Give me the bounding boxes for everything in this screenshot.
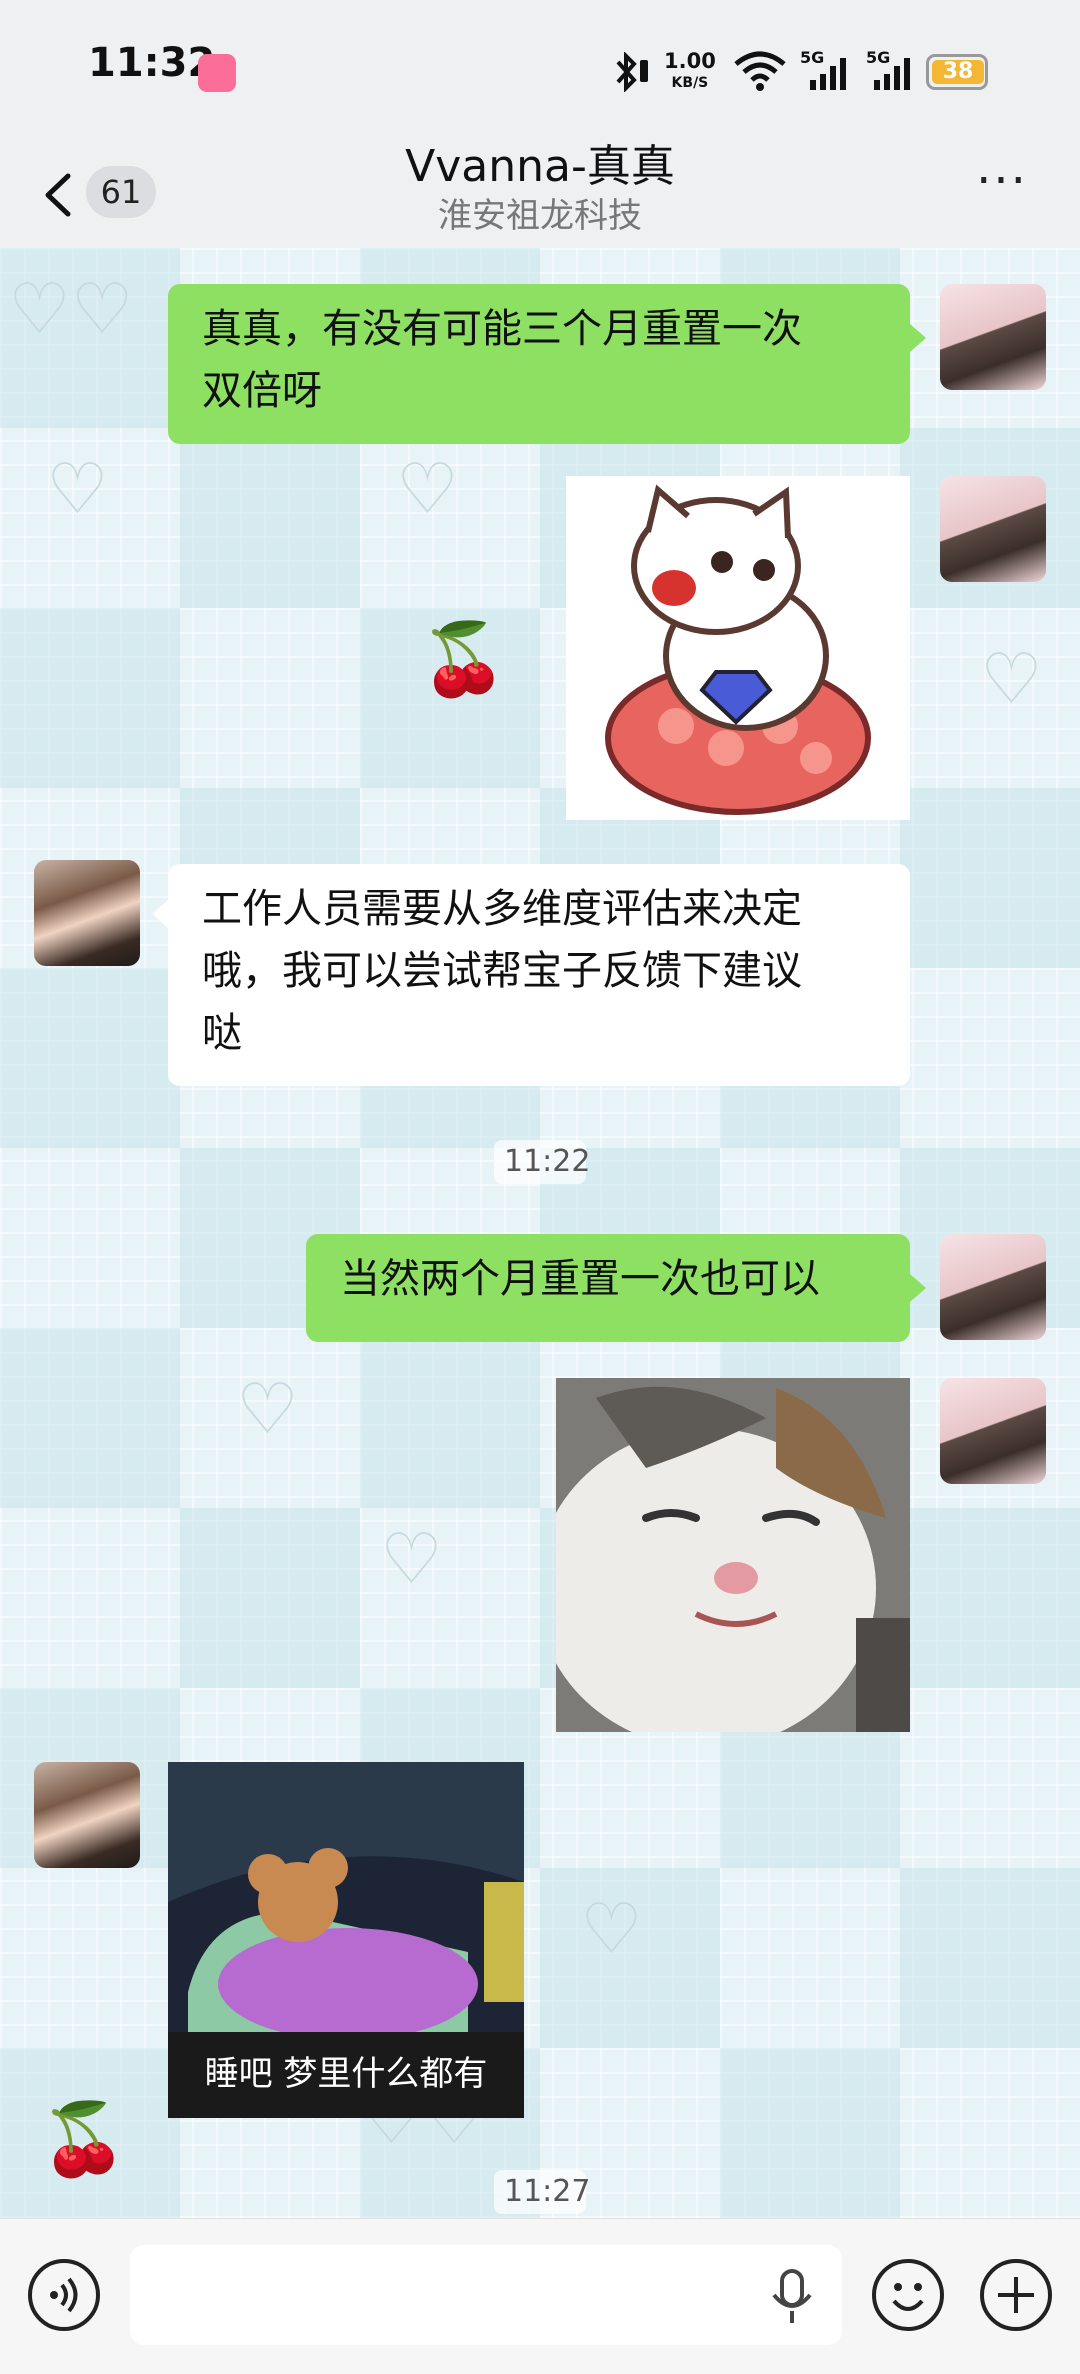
cherry-decoration-icon: 🍒	[40, 2098, 128, 2180]
sticker-dog-image[interactable]	[566, 476, 910, 820]
bluetooth-icon	[616, 52, 637, 92]
dog-sticker-graphic	[605, 484, 871, 815]
my-avatar[interactable]	[940, 1378, 1046, 1484]
status-bar: 11:32 1.00 KB/S 5G 5G 38	[0, 0, 1080, 140]
chat-subtitle: 淮安祖龙科技	[438, 196, 642, 236]
message-text-line: 哒	[202, 1010, 242, 1056]
network-speed: 1.00 KB/S	[664, 50, 716, 94]
vibrate-icon	[640, 60, 648, 82]
outgoing-message-bubble[interactable]: 当然两个月重置一次也可以	[306, 1234, 910, 1342]
heart-decoration-icon: ♡	[396, 448, 459, 530]
heart-decoration-icon: ♡	[980, 638, 1043, 720]
sticker-mouse-image[interactable]: 睡吧 梦里什么都有	[168, 1762, 524, 2118]
bubble-tail	[910, 324, 926, 352]
message-timestamp: 11:27	[494, 2170, 590, 2214]
battery-icon: 38	[926, 54, 988, 90]
bubble-tail	[910, 1274, 926, 1302]
message-text-line: 工作人员需要从多维度评估来决定	[202, 886, 802, 932]
signal-icon-2	[874, 58, 910, 90]
chat-header: Vvanna-真真 淮安祖龙科技 61 ···	[0, 140, 1080, 248]
signal-icon	[810, 58, 846, 90]
plus-icon	[998, 2277, 1034, 2313]
emoji-button[interactable]	[872, 2259, 944, 2331]
back-icon[interactable]	[36, 170, 86, 220]
my-avatar[interactable]	[940, 284, 1046, 390]
bubble-tail	[152, 900, 168, 928]
heart-decoration-icon: ♡	[236, 1368, 299, 1450]
contact-avatar[interactable]	[34, 1762, 140, 1868]
more-options-icon[interactable]: ···	[962, 157, 1042, 216]
chat-message-list[interactable]: ♡♡ ♡ ♡ ♡ ♡ ♡ ♡ ♡♡ 🍒 🍒 真真，有没有可能三个月重置一次 双倍…	[0, 248, 1080, 2218]
message-timestamp: 11:22	[494, 1140, 590, 1184]
unread-count-badge[interactable]: 61	[86, 166, 156, 218]
smiley-icon	[892, 2283, 924, 2311]
outgoing-message-bubble[interactable]: 真真，有没有可能三个月重置一次 双倍呀	[168, 284, 910, 444]
voice-mode-button[interactable]	[28, 2259, 100, 2331]
message-text-line: 双倍呀	[202, 368, 322, 414]
message-input[interactable]	[130, 2245, 842, 2345]
heart-decoration-icon: ♡	[580, 1888, 643, 1970]
sticker-caption: 睡吧 梦里什么都有	[204, 2054, 488, 2094]
chat-title: Vvanna-真真	[405, 141, 675, 192]
my-avatar[interactable]	[940, 1234, 1046, 1340]
message-text-line: 哦，我可以尝试帮宝子反馈下建议	[202, 948, 802, 994]
heart-decoration-icon: ♡	[46, 448, 109, 530]
incoming-message-bubble[interactable]: 工作人员需要从多维度评估来决定 哦，我可以尝试帮宝子反馈下建议 哒	[168, 864, 910, 1086]
my-avatar[interactable]	[940, 476, 1046, 582]
heart-decoration-icon: ♡	[380, 1518, 443, 1600]
microphone-icon[interactable]	[770, 2269, 814, 2325]
cherry-decoration-icon: 🍒	[420, 618, 508, 700]
network-speed-value: 1.00	[664, 49, 716, 73]
app-notification-icon	[198, 54, 236, 92]
message-text-line: 当然两个月重置一次也可以	[340, 1256, 820, 1302]
wifi-icon	[734, 51, 786, 91]
sticker-cat-image[interactable]	[556, 1378, 910, 1732]
heart-decoration-icon: ♡♡	[8, 268, 134, 350]
status-time: 11:32	[88, 40, 216, 86]
cat-sticker-graphic	[556, 1378, 910, 1732]
message-text-line: 真真，有没有可能三个月重置一次	[202, 306, 802, 352]
input-bar	[0, 2218, 1080, 2374]
network-speed-unit: KB/S	[671, 75, 709, 91]
battery-level: 38	[932, 60, 984, 84]
add-attachment-button[interactable]	[980, 2259, 1052, 2331]
contact-avatar[interactable]	[34, 860, 140, 966]
voice-wave-icon	[50, 2277, 78, 2313]
